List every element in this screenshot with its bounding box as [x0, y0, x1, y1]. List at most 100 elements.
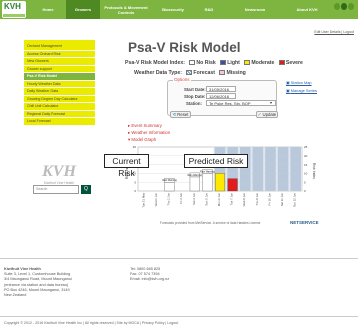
- update-label: Update: [262, 112, 277, 117]
- sidebar: Orchard Management Access Orchard Risk N…: [24, 40, 95, 126]
- forecast-label: Forecast: [193, 70, 216, 76]
- netservice-logo: NETSERVICE: [290, 220, 319, 225]
- sidebar-item-chill-unit[interactable]: Chill Unit Calculator: [24, 103, 95, 111]
- bar-annotation: Rain Warning: [200, 170, 215, 173]
- no-risk-swatch: [189, 60, 196, 65]
- chevron-down-icon: ▾: [270, 100, 273, 105]
- check-icon: ✓: [257, 112, 262, 117]
- x-tick-label: Thu 2 Jun: [167, 193, 171, 206]
- y-tick-label-right: 0: [304, 189, 306, 193]
- manage-series-label: Manage Series: [290, 88, 317, 93]
- station-label: Station:: [186, 101, 202, 106]
- user-links[interactable]: Edit User Details | Logout: [314, 30, 354, 34]
- refresh-icon: ⟲: [172, 112, 177, 117]
- missing-swatch: [219, 70, 226, 75]
- station-map-link[interactable]: ▣ Station Map: [286, 80, 312, 85]
- sidebar-item-psa-v-risk-model[interactable]: Psa-V Risk Model: [24, 73, 95, 81]
- weather-type-label: Weather Data Type:: [134, 70, 182, 76]
- model-graph-label: Model Graph: [131, 137, 157, 142]
- y-tick-label: 5: [134, 180, 136, 184]
- x-tick-label: Mon 6 Jun: [217, 193, 221, 207]
- x-tick-label: Sun 12 Jun: [293, 193, 297, 208]
- event-summary-label: Event Summary: [131, 123, 162, 128]
- start-date-label: Start Date:: [184, 87, 206, 92]
- sidebar-item-orchard-management[interactable]: Orchard Management: [24, 43, 95, 51]
- y-tick-label-right: 5: [304, 180, 306, 184]
- email-link[interactable]: Email: info@kvh.org.nz: [130, 277, 169, 282]
- forecast-hatch: [277, 147, 289, 191]
- sidebar-item-growing-degree-day[interactable]: Growing Degree Day Calculator: [24, 96, 95, 103]
- section-weather-information[interactable]: ▸ Weather Information: [128, 130, 170, 136]
- logo-band: [3, 14, 25, 17]
- risk-bar: [227, 178, 238, 192]
- nav-newsroom[interactable]: Newsroom: [224, 0, 286, 19]
- x-tick-label: Thu 9 Jun: [255, 193, 259, 206]
- footer-divider: [0, 258, 358, 259]
- stop-date-input[interactable]: 12/06/2016: [206, 93, 236, 99]
- x-tick-label: Sat 4 Jun: [192, 193, 196, 205]
- footer-phone: Tel: 0800 665 825 Fax: 07 574 7394 Email…: [130, 267, 169, 283]
- bar-annotation: Rain Warning: [162, 179, 177, 182]
- x-tick-label: Wed 1 Jun: [154, 193, 158, 207]
- severe-swatch: [278, 60, 285, 65]
- bar-annotation: Rain Warning: [188, 174, 203, 177]
- sidebar-item-daily-weather[interactable]: Daily Weather Data: [24, 88, 95, 96]
- sidebar-item-hourly-weather[interactable]: Hourly Weather Data: [24, 81, 95, 88]
- options-legend: Options: [173, 77, 191, 82]
- nav-growers[interactable]: Growers: [66, 0, 100, 19]
- forecast-hatch: [290, 147, 301, 191]
- nav-rd[interactable]: R&D: [194, 0, 224, 19]
- map-icon: ▣: [286, 80, 290, 85]
- light-swatch: [220, 60, 227, 65]
- nav-biosecurity[interactable]: Biosecurity: [152, 0, 194, 19]
- risk-bar: [164, 182, 175, 192]
- risk-bar: [215, 173, 225, 192]
- y-tick-label: 0: [134, 189, 136, 193]
- current-risk-caption: Current Risk: [104, 154, 149, 178]
- nav-protocols[interactable]: Protocols & Movement Controls: [100, 0, 152, 19]
- moderate-swatch: [244, 60, 251, 65]
- manage-series-link[interactable]: ▣ Manage Series: [286, 88, 317, 93]
- forecast-swatch: [186, 70, 193, 75]
- y-tick-label: 25: [133, 145, 137, 149]
- weather-information-label: Weather Information: [131, 130, 171, 135]
- station-select[interactable]: Te Puke Res. Stn. BOP: [206, 100, 276, 106]
- x-tick-label: Tue 31 May: [141, 192, 145, 207]
- risk-bar: [202, 173, 213, 192]
- sidebar-item-grower-support[interactable]: Grower support: [24, 66, 95, 73]
- sidebar-item-access-orchard-risk[interactable]: Access Orchard Risk: [24, 51, 95, 58]
- update-button[interactable]: ✓ Update: [256, 111, 278, 118]
- nav-about-kvh[interactable]: About KVH: [286, 0, 328, 19]
- no-risk-label: No Risk: [196, 60, 216, 66]
- start-date-input[interactable]: 31/05/2016: [206, 86, 236, 92]
- y-axis-label-right: Risk Index: [312, 163, 316, 180]
- y-tick-label-right: 15: [304, 163, 308, 167]
- chart-footnote: Forecasts provided from MetService. A se…: [160, 221, 261, 225]
- footer-address: Kiwifruit Vine Health Suite 3, Level 1, …: [4, 267, 72, 298]
- footer-divider: [0, 316, 358, 317]
- risk-bar: [189, 176, 200, 192]
- x-tick-label: Sun 5 Jun: [204, 193, 208, 206]
- y-tick-label-right: 20: [304, 154, 308, 158]
- sidebar-item-regional-forecast[interactable]: Regional Daily Forecast: [24, 111, 95, 118]
- section-event-summary[interactable]: ▸ Event Summary: [128, 123, 162, 129]
- stop-date-label: Stop Date:: [184, 94, 206, 99]
- nav-home[interactable]: Home: [30, 0, 66, 19]
- sidebar-item-local-forecast[interactable]: Local Forecast: [24, 118, 95, 126]
- forecast-hatch: [265, 147, 276, 191]
- station-map-label: Station Map: [290, 80, 312, 85]
- logo-text: KVH: [4, 2, 21, 11]
- x-tick-label: Fri 10 Jun: [267, 193, 271, 206]
- risk-index-legend: Psa-V Risk Model Index: No Risk Light Mo…: [125, 60, 303, 66]
- kvh-logo[interactable]: KVH: [2, 1, 26, 18]
- y-tick-label-right: 10: [304, 172, 308, 176]
- sidebar-item-new-growers[interactable]: New Growers: [24, 58, 95, 66]
- severe-label: Severe: [285, 60, 303, 66]
- search-input[interactable]: Search: [33, 185, 79, 194]
- search-button[interactable]: Q: [81, 185, 91, 194]
- page-title: Psa-V Risk Model: [128, 40, 241, 55]
- weather-type-legend: Weather Data Type: Forecast Missing: [134, 70, 246, 76]
- reset-button[interactable]: ⟲ Reset: [170, 111, 191, 118]
- moderate-label: Moderate: [251, 60, 275, 66]
- reset-label: Reset: [177, 112, 189, 117]
